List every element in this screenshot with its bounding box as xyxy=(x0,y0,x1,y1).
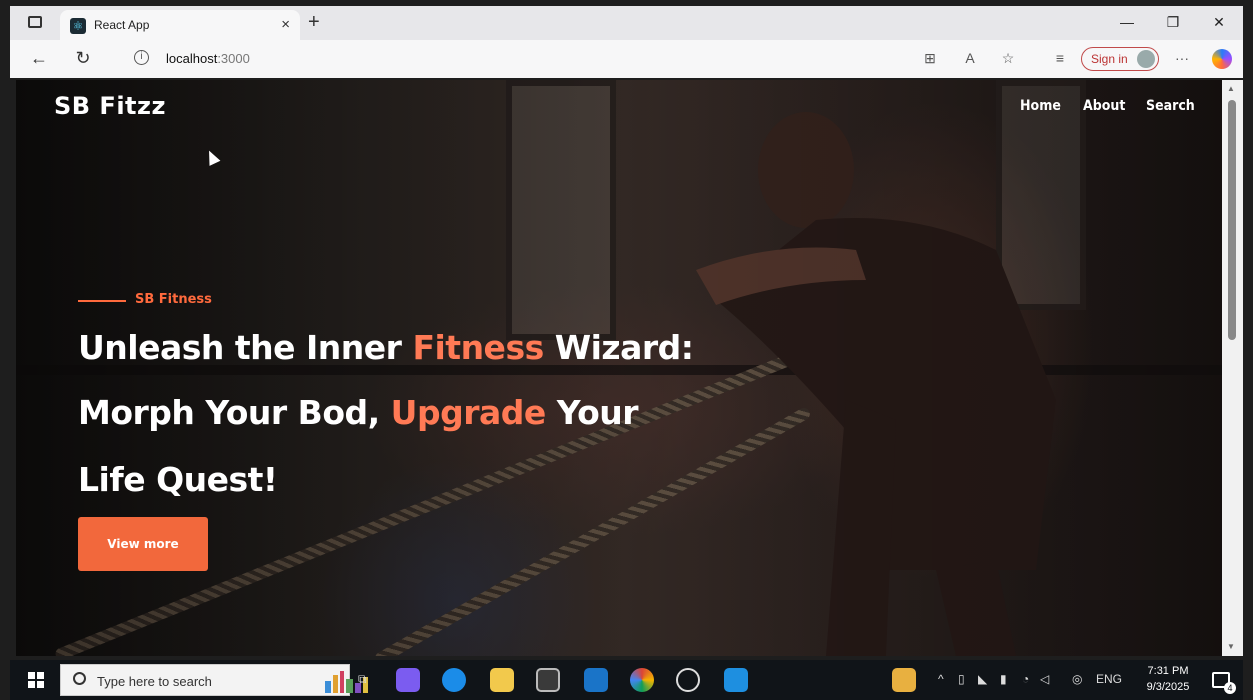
outlook-icon[interactable] xyxy=(584,668,608,692)
scroll-up-icon[interactable]: ▲ xyxy=(1227,84,1235,93)
avatar-icon xyxy=(1137,50,1155,68)
microphone-icon: ▮ xyxy=(1000,672,1007,686)
kicker-text: SB Fitness xyxy=(135,292,212,307)
sign-in-label: Sign in xyxy=(1091,52,1128,66)
github-desktop-icon[interactable] xyxy=(676,668,700,692)
file-explorer-icon[interactable] xyxy=(490,668,514,692)
headline-line-3: Life Quest! xyxy=(78,460,278,499)
edge-icon[interactable] xyxy=(442,668,466,692)
windows-taskbar: Type here to search ⧉ ^ ▯ ◣ ▮ ◔ ◁ ◎ ENG … xyxy=(10,660,1243,700)
camera-off-icon: ◣ xyxy=(978,672,988,686)
refresh-button[interactable]: ↻ xyxy=(70,48,96,69)
language-indicator[interactable]: ENG xyxy=(1096,672,1122,686)
notification-count: 4 xyxy=(1224,682,1236,694)
page-scrollbar[interactable]: ▲ ▼ xyxy=(1222,80,1243,656)
back-button[interactable]: ← xyxy=(26,48,52,69)
store-icon[interactable] xyxy=(536,668,560,692)
favorite-star-icon[interactable]: ☆ xyxy=(998,50,1018,67)
clock-time[interactable]: 7:31 PM xyxy=(1138,665,1198,677)
weather-widget-icon[interactable] xyxy=(892,668,916,692)
nav-about[interactable]: About xyxy=(1083,98,1125,114)
view-more-button[interactable]: View more xyxy=(78,517,208,571)
nav-search[interactable]: Search xyxy=(1146,98,1195,114)
browser-tab[interactable]: ⚛ React App × xyxy=(60,10,300,40)
hero-section: SB Fitzz Home About Search SB Fitness Un… xyxy=(16,80,1222,656)
copilot-icon[interactable] xyxy=(1212,49,1232,69)
search-placeholder: Type here to search xyxy=(97,674,212,689)
tab-title: React App xyxy=(94,18,150,32)
more-options-icon[interactable]: ··· xyxy=(1172,50,1192,66)
chevron-up-icon[interactable]: ^ xyxy=(938,672,944,686)
headline-line-1: Unleash the Inner Fitness Wizard: xyxy=(78,328,694,367)
scroll-down-icon[interactable]: ▼ xyxy=(1227,642,1235,651)
vscode-icon[interactable] xyxy=(724,668,748,692)
read-aloud-icon[interactable]: A xyxy=(960,50,980,66)
app-available-icon[interactable]: ⊞ xyxy=(920,50,940,67)
favorites-list-icon[interactable]: ≡ xyxy=(1050,50,1070,66)
sidebar-toggle-icon[interactable] xyxy=(28,16,42,28)
close-window-button[interactable]: ✕ xyxy=(1204,14,1234,31)
taskbar-search[interactable]: Type here to search xyxy=(60,664,368,696)
scroll-thumb[interactable] xyxy=(1228,100,1236,340)
windows-start-icon[interactable] xyxy=(28,672,44,688)
chrome-icon[interactable] xyxy=(630,668,654,692)
nav-home[interactable]: Home xyxy=(1020,98,1061,114)
new-tab-button[interactable]: + xyxy=(308,11,320,34)
battery-icon: ▯ xyxy=(958,672,965,686)
browser-toolbar: ← ↻ i localhost:3000 ⊞ A ☆ ≡ Sign in ··· xyxy=(10,40,1243,78)
wifi-icon[interactable]: ◔ xyxy=(1022,672,1029,686)
address-bar[interactable]: i localhost:3000 xyxy=(120,45,920,73)
react-icon: ⚛ xyxy=(70,18,86,34)
close-tab-icon[interactable]: × xyxy=(281,16,290,33)
site-logo[interactable]: SB Fitzz xyxy=(54,92,166,120)
browser-titlebar: ⚛ React App × + — ❐ ✕ xyxy=(10,6,1243,40)
info-icon[interactable]: i xyxy=(134,50,149,65)
notifications-icon[interactable]: 4 xyxy=(1212,672,1236,694)
kicker-line xyxy=(78,300,126,302)
task-view-icon[interactable]: ⧉ xyxy=(358,672,367,687)
minimize-button[interactable]: — xyxy=(1112,14,1142,30)
sign-in-button[interactable]: Sign in xyxy=(1081,47,1159,71)
copilot-app-icon[interactable] xyxy=(396,668,420,692)
headline-line-2: Morph Your Bod, Upgrade Your xyxy=(78,393,639,432)
search-icon xyxy=(73,672,86,685)
restore-button[interactable]: ❐ xyxy=(1158,14,1188,31)
volume-icon[interactable]: ◁ xyxy=(1040,672,1049,686)
network-icon[interactable]: ◎ xyxy=(1072,672,1082,686)
clock-date[interactable]: 9/3/2025 xyxy=(1138,681,1198,693)
url-text: localhost:3000 xyxy=(166,51,250,66)
